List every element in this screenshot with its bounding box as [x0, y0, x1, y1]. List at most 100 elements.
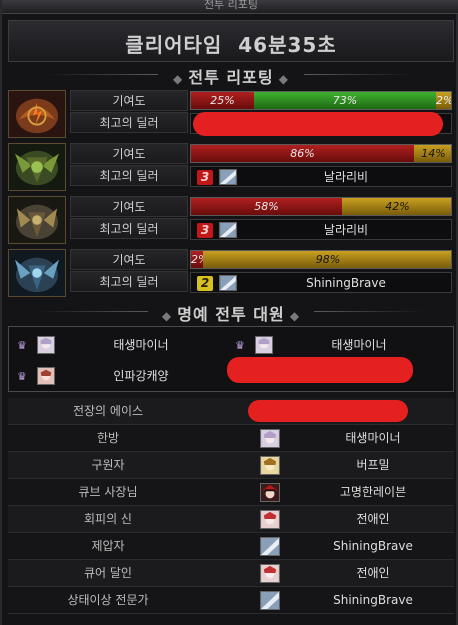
award-row: 상태이상 전문가 ShiningBrave	[8, 587, 454, 614]
best-dealer-label: 최고의 딜러	[70, 112, 188, 133]
crown-icon: ♛	[17, 370, 27, 383]
award-winner-name: 전애인	[356, 566, 390, 580]
clear-time-text: 클리어타임 46분35초	[9, 29, 453, 58]
award-title: 전장의 에이스	[72, 404, 144, 418]
best-dealer-label: 최고의 딜러	[70, 271, 188, 292]
contribution-bar: 2% 98%	[190, 250, 452, 269]
contribution-bar: 25% 73% 2%	[190, 91, 452, 110]
character-avatar	[219, 169, 237, 185]
clear-time-panel: 클리어타임 46분35초	[8, 20, 454, 62]
award-winner-name: ShiningBrave	[333, 593, 413, 607]
award-row: 한방 태생마이너	[8, 425, 454, 452]
award-title: 상태이상 전문가	[67, 593, 149, 607]
award-row: 구원자 버프밀	[8, 452, 454, 479]
rank-badge: 3	[197, 170, 213, 185]
contribution-bar: 86% 14%	[190, 144, 452, 163]
award-winner-name: 버프밀	[356, 458, 390, 472]
contribution-label: 기여도	[70, 143, 188, 164]
clear-time-value: 46분35초	[238, 33, 337, 57]
character-avatar	[260, 564, 280, 583]
contribution-segment: 42%	[342, 198, 451, 215]
award-title: 제압자	[91, 539, 125, 553]
award-title: 회피의 신	[84, 512, 132, 526]
diamond-icon: ◆	[161, 309, 178, 323]
boss-row-4: 기여도 2% 98% 최고의 딜러 2 ShiningBrave	[8, 248, 454, 298]
award-row: 큐브 사장님 고명한레이븐	[8, 479, 454, 506]
award-title: 한방	[96, 431, 120, 445]
best-dealer-box	[190, 112, 452, 136]
award-row: 전장의 에이스	[8, 398, 454, 425]
award-row: 큐어 달인 전애인	[8, 560, 454, 587]
honor-member-name: 태생마이너	[331, 338, 387, 352]
award-winner-name: 고명한레이븐	[339, 485, 407, 499]
character-avatar	[260, 510, 280, 529]
award-winner-name: 전애인	[356, 512, 390, 526]
honor-member-name: 태생마이너	[113, 338, 169, 352]
best-dealer-name: 날라리비	[323, 223, 369, 237]
boss-row-2: 기여도 86% 14% 최고의 딜러 3 날라리비	[8, 142, 454, 192]
contribution-segment: 86%	[191, 145, 414, 162]
flame-boss-icon	[8, 90, 66, 138]
honor-header-title: 명예 전투 대원	[177, 305, 285, 324]
award-winner-name: 태생마이너	[345, 431, 401, 445]
contribution-segment: 58%	[191, 198, 342, 215]
character-avatar	[255, 336, 273, 354]
best-dealer-box: 3 날라리비	[190, 166, 452, 187]
honor-member: ♛ 태생마이너	[231, 332, 447, 358]
contribution-label: 기여도	[70, 196, 188, 217]
award-row: 회피의 신 전애인	[8, 506, 454, 533]
diamond-icon: ◆	[273, 72, 289, 86]
ice-boss-icon	[8, 249, 66, 297]
contribution-segment: 2%	[191, 251, 209, 268]
clear-time-label: 클리어타임	[125, 33, 223, 57]
redaction-mark	[193, 112, 443, 136]
crown-icon: ♛	[17, 339, 27, 352]
contribution-segment: 98%	[203, 251, 451, 268]
best-dealer-label: 최고의 딜러	[70, 218, 188, 239]
character-avatar	[260, 429, 280, 448]
honor-member-name: 인파강캐양	[113, 369, 169, 383]
contribution-label: 기여도	[70, 90, 188, 111]
diamond-icon: ◆	[284, 309, 301, 323]
best-dealer-box: 3 날라리비	[190, 219, 452, 240]
award-winner-name: ShiningBrave	[333, 539, 413, 553]
battle-report-window: 전투 리포팅 클리어타임 46분35초 ◆ 전투 리포팅 ◆ 기여도 25% 7…	[0, 0, 458, 625]
title-bar: 전투 리포팅	[2, 0, 458, 14]
honor-members-box: ♛ 태생마이너 ♛ 태생마이너 ♛ 인파강캐양	[8, 326, 454, 392]
best-dealer-label: 최고의 딜러	[70, 165, 188, 186]
rank-badge: 3	[197, 223, 213, 238]
boss-row-1: 기여도 25% 73% 2% 최고의 딜러	[8, 89, 454, 139]
best-dealer-box: 2 ShiningBrave	[190, 272, 452, 293]
character-avatar	[260, 456, 280, 475]
nature-boss-icon	[8, 143, 66, 191]
rank-badge: 2	[197, 276, 213, 291]
crown-icon: ♛	[235, 339, 245, 352]
award-title: 구원자	[91, 458, 125, 472]
honor-member: ♛ 인파강캐양	[13, 363, 229, 389]
character-avatar	[260, 591, 280, 610]
character-avatar	[219, 222, 237, 238]
report-section-header: ◆ 전투 리포팅 ◆	[8, 63, 454, 87]
contribution-label: 기여도	[70, 249, 188, 270]
contribution-segment: 2%	[436, 92, 452, 109]
award-title: 큐브 사장님	[78, 485, 138, 499]
character-avatar	[260, 483, 280, 502]
report-header-title: 전투 리포팅	[188, 68, 274, 87]
character-avatar	[37, 367, 55, 385]
boss-row-3: 기여도 58% 42% 최고의 딜러 3 날라리비	[8, 195, 454, 245]
contribution-segment: 25%	[191, 92, 254, 109]
character-avatar	[37, 336, 55, 354]
redaction-mark	[248, 400, 408, 422]
best-dealer-name: 날라리비	[323, 170, 369, 184]
stone-boss-icon	[8, 196, 66, 244]
contribution-segment: 73%	[254, 92, 436, 109]
honor-member	[227, 357, 447, 389]
best-dealer-name: ShiningBrave	[306, 276, 386, 290]
redaction-mark	[227, 357, 413, 383]
contribution-segment: 14%	[414, 145, 451, 162]
award-row: 제압자 ShiningBrave	[8, 533, 454, 560]
honor-member: ♛ 태생마이너	[13, 332, 229, 358]
window-title: 전투 리포팅	[203, 0, 259, 11]
honor-section-header: ◆ 명예 전투 대원 ◆	[8, 300, 454, 324]
award-title: 큐어 달인	[84, 566, 132, 580]
